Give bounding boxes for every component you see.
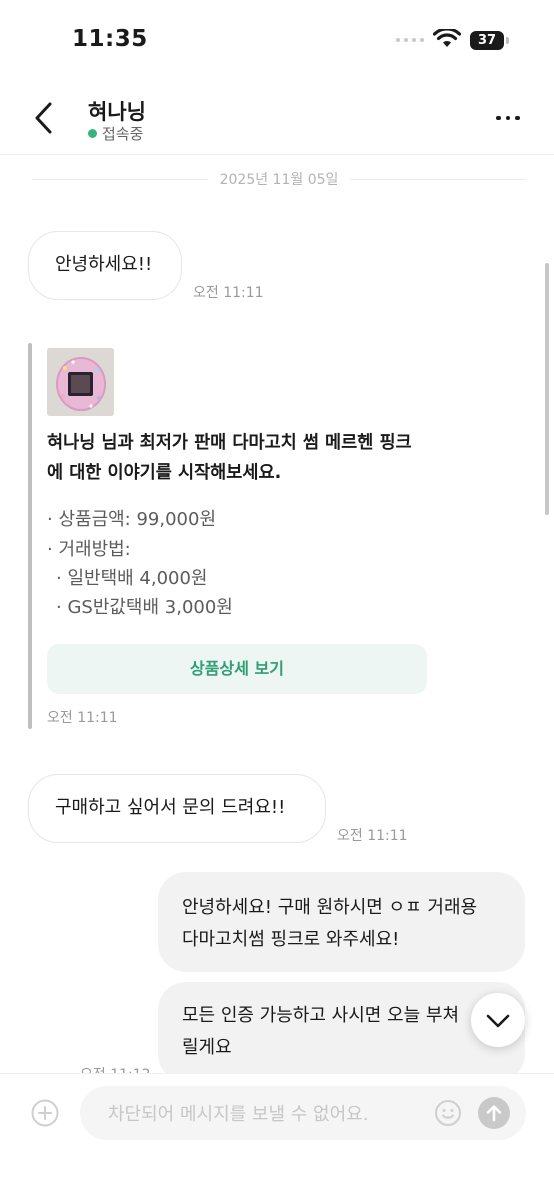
product-thumbnail[interactable] [47, 348, 114, 416]
chat-header: 혀나닝 접속중 [0, 80, 554, 155]
wifi-icon [433, 29, 461, 47]
plus-icon [31, 1099, 59, 1127]
message-time: 오전 11:11 [47, 710, 118, 726]
tamagotchi-image [47, 348, 114, 416]
online-status-label: 접속중 [102, 125, 144, 143]
outgoing-message-bubble: 모든 인증 가능하고 사시면 오늘 부쳐 릴게요 [158, 982, 525, 1082]
online-dot-icon [88, 129, 97, 138]
status-bar: 11:35 37 [0, 0, 554, 80]
online-status: 접속중 [88, 123, 143, 144]
message-input[interactable] [106, 1086, 430, 1142]
more-icon [496, 115, 501, 121]
product-card-bar [28, 343, 32, 729]
emoji-button[interactable] [434, 1099, 462, 1127]
attach-button[interactable] [31, 1099, 59, 1127]
message-time: 오전 11:11 [337, 828, 408, 844]
send-button[interactable] [478, 1097, 510, 1129]
message-text: 구매하고 싶어서 문의 드려요!! [55, 797, 286, 818]
chevron-down-icon [486, 1014, 510, 1028]
back-icon [35, 102, 52, 134]
scrollbar[interactable] [545, 263, 549, 515]
incoming-message-bubble: 구매하고 싶어서 문의 드려요!! [28, 774, 326, 843]
back-button[interactable] [28, 98, 62, 138]
date-divider-label: 2025년 11월 05일 [219, 172, 339, 188]
card-title-line: 혀나닝 님과 최저가 판매 다마고치 썸 메르헨 핑크 [47, 433, 412, 453]
outgoing-message-bubble: 안녕하세요! 구매 원하시면 ㅇㅍ 거래용 다마고치썸 핑크로 와주세요! [158, 872, 525, 972]
chat-partner-name: 혀나닝 [88, 100, 146, 124]
card-title-line: 에 대한 이야기를 시작해보세요. [47, 463, 282, 483]
send-arrow-icon [486, 1105, 502, 1122]
trade-method-label: · 거래방법: [47, 539, 131, 560]
message-text-line: 안녕하세요! 구매 원하시면 ㅇㅍ 거래용 [182, 897, 478, 918]
product-detail-button[interactable]: 상품상세 보기 [47, 644, 427, 694]
cellular-signal-icon [396, 38, 424, 42]
incoming-message-bubble: 안녕하세요!! [28, 231, 182, 300]
battery-icon [506, 37, 509, 44]
message-time: 오전 11:11 [193, 285, 264, 301]
more-options-button[interactable] [496, 110, 526, 126]
date-divider: 2025년 11월 05일 [32, 168, 526, 190]
status-time: 11:35 [72, 26, 148, 52]
trade-method-item: · GS반값택배 3,000원 [56, 597, 233, 618]
trade-method-item: · 일반택배 4,000원 [56, 568, 208, 589]
product-price: · 상품금액: 99,000원 [47, 509, 217, 530]
scroll-to-bottom-button[interactable] [471, 993, 525, 1047]
battery-level: 37 [470, 31, 504, 50]
message-text: 안녕하세요!! [55, 254, 153, 275]
message-text-line: 다마고치썸 핑크로 와주세요! [182, 929, 400, 950]
message-input-container [80, 1086, 526, 1142]
emoji-icon [435, 1100, 461, 1126]
message-composer [0, 1073, 554, 1201]
product-card-title: 혀나닝 님과 최저가 판매 다마고치 썸 메르헨 핑크 에 대한 이야기를 시작… [47, 428, 437, 488]
